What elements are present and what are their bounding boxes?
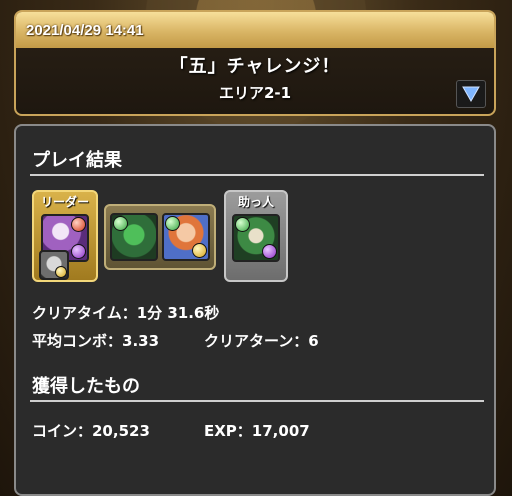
- leader-slot[interactable]: リーダー: [32, 190, 98, 282]
- red-orb-icon: [71, 217, 86, 232]
- yellow-orb-icon: [55, 266, 67, 278]
- dungeon-name: 「五」チャレンジ！: [169, 56, 341, 77]
- sub-monster-1-icon: [110, 213, 158, 261]
- sub-monster-2-icon: [162, 213, 210, 261]
- play-result-title: プレイ結果: [32, 150, 122, 171]
- purple-orb-icon: [262, 244, 277, 259]
- clear-time: クリアタイム：1分 31.6秒: [32, 304, 220, 322]
- floor-name: エリア2-1: [218, 84, 292, 102]
- header-date-bar: 2021/04/29 14:41: [16, 12, 494, 48]
- expand-button[interactable]: [456, 80, 486, 108]
- coins-earned: コイン：20,523: [32, 422, 150, 440]
- yellow-orb-icon: [192, 243, 207, 258]
- sub-members-slot[interactable]: [104, 204, 216, 270]
- triangle-down-icon: [462, 86, 480, 102]
- divider: [30, 400, 484, 402]
- helper-label: 助っ人: [237, 195, 274, 209]
- leader-label: リーダー: [40, 195, 89, 209]
- result-panel: プレイ結果 リーダー 助っ人 クリアタイム：1分 31.6秒 平均コンボ：3.3…: [14, 124, 496, 496]
- dungeon-header: 2021/04/29 14:41 「五」チャレンジ！ エリア2-1: [14, 10, 496, 116]
- play-datetime: 2021/04/29 14:41: [26, 21, 144, 39]
- green-orb-icon: [165, 216, 180, 231]
- clear-turns: クリアターン：6: [204, 332, 319, 350]
- average-combo: 平均コンボ：3.33: [32, 332, 160, 350]
- exp-earned: EXP：17,007: [204, 422, 310, 440]
- assist-monster-icon: [39, 250, 69, 280]
- helper-slot[interactable]: 助っ人: [224, 190, 288, 282]
- helper-monster-icon: [232, 214, 280, 262]
- divider: [30, 174, 484, 176]
- green-orb-icon: [235, 217, 250, 232]
- purple-orb-icon: [71, 244, 86, 259]
- green-orb-icon: [113, 216, 128, 231]
- rewards-title: 獲得したもの: [32, 376, 140, 397]
